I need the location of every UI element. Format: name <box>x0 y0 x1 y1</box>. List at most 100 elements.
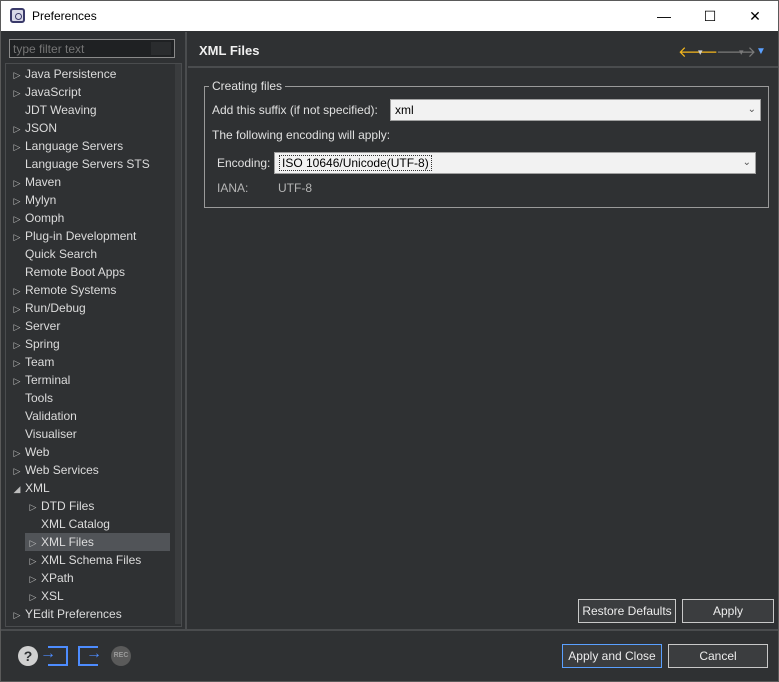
expand-arrow-icon[interactable]: ▷ <box>25 588 41 606</box>
expand-arrow-icon[interactable]: ▷ <box>9 84 25 102</box>
tree-item[interactable]: Remote Boot Apps <box>9 263 170 281</box>
tree-item-label: Maven <box>25 175 62 189</box>
expand-arrow-icon[interactable]: ▷ <box>9 462 25 480</box>
tree-item-label: Java Persistence <box>25 67 117 81</box>
tree-item[interactable]: ◢ XML <box>9 479 170 497</box>
app-icon <box>10 8 25 23</box>
tree-item[interactable]: ▷ YEdit Preferences <box>9 605 170 623</box>
tree-item[interactable]: ▷ Oomph <box>9 209 170 227</box>
help-icon[interactable]: ? <box>18 646 38 666</box>
filter-clear-icon[interactable] <box>151 42 171 55</box>
cancel-button[interactable]: Cancel <box>668 644 768 668</box>
expand-arrow-icon[interactable]: ▷ <box>9 372 25 390</box>
view-menu-icon[interactable]: ▼ <box>756 46 766 57</box>
expand-arrow-icon[interactable]: ▷ <box>9 138 25 156</box>
expand-arrow-icon[interactable]: ▷ <box>25 570 41 588</box>
tree-item-label: XML Catalog <box>41 517 110 531</box>
record-icon[interactable]: REC <box>111 646 131 666</box>
window-title: Preferences <box>32 9 97 23</box>
tree-item[interactable]: Quick Search <box>9 245 170 263</box>
tree-item[interactable]: ▷ DTD Files <box>25 497 170 515</box>
tree-item[interactable]: Language Servers STS <box>9 155 170 173</box>
restore-defaults-button[interactable]: Restore Defaults <box>578 599 676 623</box>
tree-item-label: Plug-in Development <box>25 229 137 243</box>
close-button[interactable]: ✕ <box>732 1 778 31</box>
suffix-label: Add this suffix (if not specified): <box>212 103 378 117</box>
expand-arrow-icon[interactable]: ▷ <box>9 444 25 462</box>
tree-item[interactable]: Visualiser <box>9 425 170 443</box>
tree-item[interactable]: ▷ Team <box>9 353 170 371</box>
tree-item-label: Team <box>25 355 55 369</box>
tree-scrollbar[interactable] <box>175 64 181 624</box>
tree-item[interactable]: ▷ XSL <box>25 587 170 605</box>
tree-item[interactable]: ▷ Java Persistence <box>9 65 170 83</box>
suffix-combo[interactable]: xml ⌄ <box>390 99 761 121</box>
maximize-button[interactable]: ☐ <box>687 1 733 31</box>
expand-arrow-icon[interactable]: ▷ <box>9 66 25 84</box>
apply-button[interactable]: Apply <box>682 599 774 623</box>
tree-item-label: Quick Search <box>25 247 98 261</box>
tree-item-label: DTD Files <box>41 499 95 513</box>
expand-arrow-icon[interactable]: ▷ <box>9 354 25 372</box>
tree-item[interactable]: Validation <box>9 407 170 425</box>
import-icon[interactable] <box>40 645 68 666</box>
tree-item[interactable]: ▷ Spring <box>9 335 170 353</box>
expanded-arrow-icon[interactable]: ◢ <box>9 480 25 498</box>
tree-item[interactable]: ▷ Mylyn <box>9 191 170 209</box>
tree-item[interactable]: ▷ Server <box>9 317 170 335</box>
tree-item[interactable]: JDT Weaving <box>9 101 170 119</box>
forward-arrow-icon[interactable]: 🡒 <box>716 42 756 61</box>
expand-arrow-icon[interactable]: ▷ <box>9 192 25 210</box>
expand-arrow-icon[interactable]: ▷ <box>9 336 25 354</box>
export-icon[interactable] <box>78 645 102 666</box>
tree-item[interactable]: ▷ Web <box>9 443 170 461</box>
apply-and-close-button[interactable]: Apply and Close <box>562 644 662 668</box>
tree-item[interactable]: ▷ XML Schema Files <box>25 551 170 569</box>
tree-item[interactable]: Tools <box>9 389 170 407</box>
tree-item-label: Language Servers <box>25 139 124 153</box>
tree-item-label: XML <box>25 481 50 495</box>
expand-arrow-icon[interactable]: ▷ <box>9 300 25 318</box>
tree-item[interactable]: ▷ Web Services <box>9 461 170 479</box>
tree-item-label: XML Files <box>41 535 94 549</box>
tree-item[interactable]: ▷ XML Files <box>25 533 170 551</box>
split-sash[interactable] <box>185 32 187 629</box>
tree-item[interactable]: ▷ XPath <box>25 569 170 587</box>
expand-arrow-icon[interactable]: ▷ <box>9 228 25 246</box>
tree-item[interactable]: ▷ Language Servers <box>9 137 170 155</box>
expand-arrow-icon[interactable]: ▷ <box>9 210 25 228</box>
expand-arrow-icon[interactable]: ▷ <box>9 318 25 336</box>
expand-arrow-icon[interactable]: ▷ <box>9 120 25 138</box>
tree-item[interactable]: ▷ JSON <box>9 119 170 137</box>
tree-item-label: Remote Boot Apps <box>25 265 126 279</box>
encoding-value: ISO 10646/Unicode(UTF-8) <box>279 155 432 171</box>
forward-dropdown-icon[interactable]: ▾ <box>739 47 744 58</box>
tree-item[interactable]: ▷ JavaScript <box>9 83 170 101</box>
tree-item[interactable]: ▷ Terminal <box>9 371 170 389</box>
expand-arrow-icon[interactable]: ▷ <box>25 552 41 570</box>
tree-item-label: XPath <box>41 571 74 585</box>
expand-arrow-icon[interactable]: ▷ <box>9 282 25 300</box>
group-label: Creating files <box>209 79 286 93</box>
tree-item[interactable]: ▷ Remote Systems <box>9 281 170 299</box>
encoding-label: Encoding: <box>217 156 271 170</box>
tree-item-label: JSON <box>25 121 58 135</box>
tree-item[interactable]: ▷ Maven <box>9 173 170 191</box>
tree-item-label: Server <box>25 319 61 333</box>
minimize-button[interactable]: — <box>641 1 687 31</box>
tree-item-label: XSL <box>41 589 64 603</box>
tree-item[interactable]: ▷ Run/Debug <box>9 299 170 317</box>
tree-item-label: YEdit Preferences <box>25 607 122 621</box>
tree-item[interactable]: XML Catalog <box>25 515 170 533</box>
tree-item-label: JavaScript <box>25 85 82 99</box>
back-dropdown-icon[interactable]: ▾ <box>698 47 703 58</box>
expand-arrow-icon[interactable]: ▷ <box>25 498 41 516</box>
expand-arrow-icon[interactable]: ▷ <box>9 606 25 624</box>
preferences-window: Preferences — ☐ ✕ ▷Java Persistence▷Java… <box>0 0 779 682</box>
tree-item[interactable]: ▷ Plug-in Development <box>9 227 170 245</box>
encoding-combo[interactable]: ISO 10646/Unicode(UTF-8) ⌄ <box>274 152 756 174</box>
expand-arrow-icon[interactable]: ▷ <box>9 174 25 192</box>
tree-item-label: Terminal <box>25 373 71 387</box>
expand-arrow-icon[interactable]: ▷ <box>25 534 41 552</box>
tree-item-label: Validation <box>25 409 77 423</box>
